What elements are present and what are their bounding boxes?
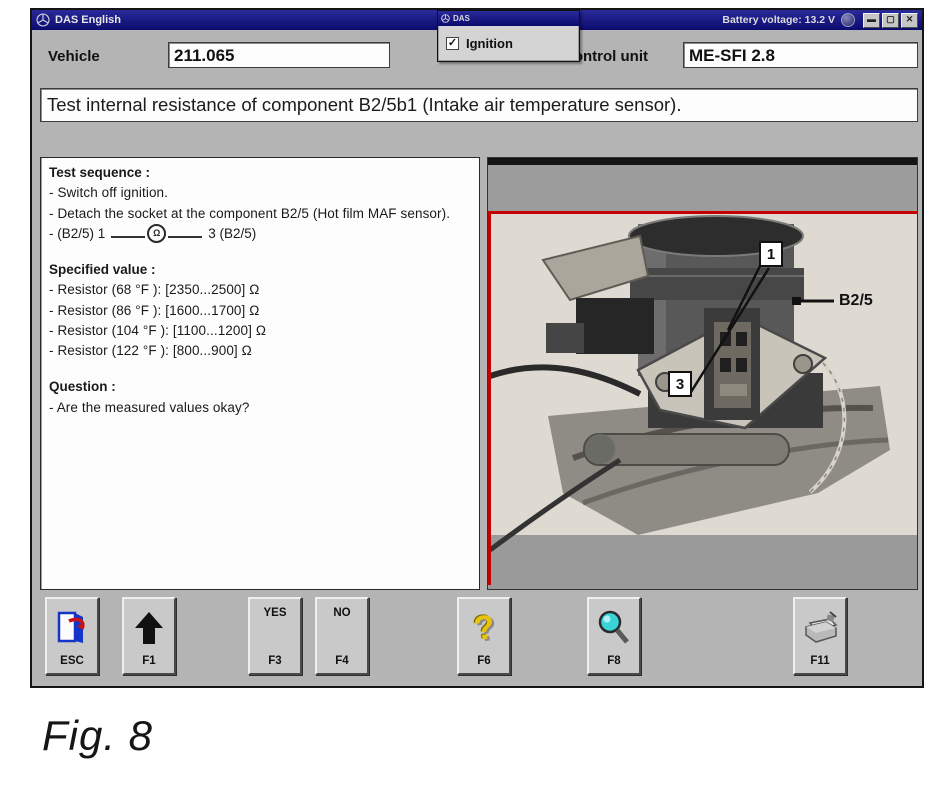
- f11-button-label: F11: [795, 655, 845, 667]
- help-f6-button[interactable]: ? F6: [457, 597, 511, 675]
- test-step: - Detach the socket at the component B2/…: [49, 204, 471, 224]
- das-window: DAS English Battery voltage: 13.2 V ▬ ▢ …: [30, 8, 924, 688]
- test-sequence-heading: Test sequence :: [49, 163, 471, 183]
- ignition-menu-item[interactable]: ✓ Ignition: [438, 26, 579, 61]
- window-title: DAS English: [55, 14, 121, 26]
- help-question-icon: ?: [459, 607, 509, 649]
- schematic-suffix: 3 (B2/5): [208, 224, 256, 244]
- task-description: Test internal resistance of component B2…: [40, 88, 918, 122]
- yes-label: YES: [250, 607, 300, 619]
- maximize-button[interactable]: ▢: [882, 13, 899, 28]
- maf-sensor-photo: [488, 158, 917, 589]
- specified-value: - Resistor (86 °F ): [1600...1700] Ω: [49, 301, 471, 321]
- page: { "titlebar": { "title": "DAS English", …: [0, 0, 931, 793]
- exit-door-icon: [47, 607, 97, 649]
- print-f11-button[interactable]: F11: [793, 597, 847, 675]
- f3-button-label: F3: [250, 655, 300, 667]
- close-button[interactable]: ✕: [901, 13, 918, 28]
- mercedes-star-icon: [441, 14, 450, 23]
- specified-value-heading: Specified value :: [49, 260, 471, 280]
- specified-value: - Resistor (68 °F ): [2350...2500] Ω: [49, 280, 471, 300]
- mercedes-star-icon: [36, 13, 50, 27]
- printer-icon: [795, 607, 845, 649]
- popup-titlebar[interactable]: DAS: [438, 11, 579, 26]
- f4-button-label: F4: [317, 655, 367, 667]
- das-popup-menu: DAS ✓ Ignition: [437, 10, 580, 62]
- wire-right-icon: [168, 236, 202, 238]
- question-text: - Are the measured values okay?: [49, 398, 471, 418]
- ignition-item-label: Ignition: [466, 36, 513, 51]
- spacer: [49, 244, 471, 260]
- schematic-prefix: - (B2/5) 1: [49, 224, 105, 244]
- figure-caption: Fig. 8: [42, 712, 153, 760]
- callout-pin-1: 1: [759, 241, 783, 267]
- callout-pin-3: 3: [668, 371, 692, 397]
- control-unit-field[interactable]: ME-SFI 2.8: [683, 42, 918, 68]
- zoom-f8-button[interactable]: F8: [587, 597, 641, 675]
- vehicle-field[interactable]: 211.065: [168, 42, 390, 68]
- test-step: - Switch off ignition.: [49, 183, 471, 203]
- specified-value: - Resistor (122 °F ): [800...900] Ω: [49, 341, 471, 361]
- esc-button[interactable]: ESC: [45, 597, 99, 675]
- esc-button-label: ESC: [47, 655, 97, 667]
- component-designation-label: B2/5: [839, 292, 873, 310]
- minimize-button[interactable]: ▬: [863, 13, 880, 28]
- spacer: [49, 361, 471, 377]
- f6-button-label: F6: [459, 655, 509, 667]
- vehicle-label: Vehicle: [48, 48, 100, 65]
- no-f4-button[interactable]: NO F4: [315, 597, 369, 675]
- status-orb-icon: [841, 13, 855, 27]
- wire-left-icon: [111, 236, 145, 238]
- test-sequence-panel: Test sequence : - Switch off ignition. -…: [40, 157, 480, 590]
- ohmmeter-icon: Ω: [147, 224, 166, 243]
- no-label: NO: [317, 607, 367, 619]
- f1-button-label: F1: [124, 655, 174, 667]
- component-photo-panel: 1 3 B2/5: [487, 157, 918, 590]
- magnifier-icon: [589, 607, 639, 649]
- popup-title: DAS: [453, 14, 470, 23]
- question-heading: Question :: [49, 377, 471, 397]
- f1-button[interactable]: F1: [122, 597, 176, 675]
- measurement-schematic: - (B2/5) 1 Ω 3 (B2/5): [49, 224, 471, 244]
- specified-value: - Resistor (104 °F ): [1100...1200] Ω: [49, 321, 471, 341]
- battery-voltage: Battery voltage: 13.2 V: [722, 14, 835, 26]
- f8-button-label: F8: [589, 655, 639, 667]
- up-arrow-icon: [124, 607, 174, 649]
- yes-f3-button[interactable]: YES F3: [248, 597, 302, 675]
- checked-checkbox-icon[interactable]: ✓: [446, 37, 459, 50]
